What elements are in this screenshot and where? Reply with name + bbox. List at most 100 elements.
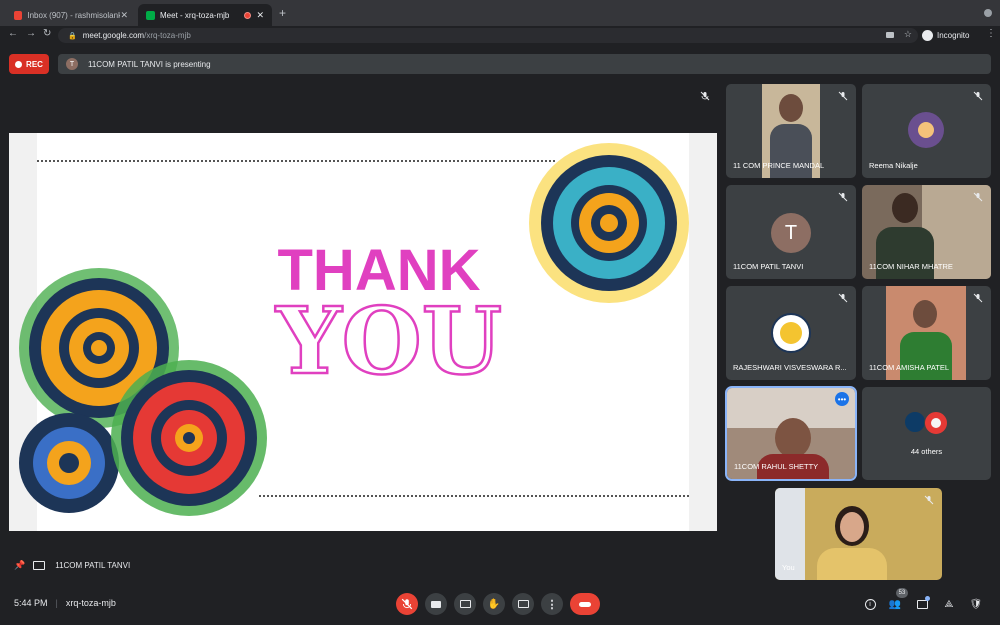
tab-gmail[interactable]: Inbox (907) - rashmisolanki@ ✕ — [6, 4, 136, 26]
gmail-icon — [14, 10, 23, 20]
chat-button[interactable] — [914, 596, 930, 612]
presentation-slide: THANK YOU — [9, 133, 717, 531]
avatar: T — [771, 213, 811, 253]
activities-icon: ⟁ — [944, 598, 954, 610]
avatar — [904, 411, 926, 433]
menu-icon[interactable]: ⋮ — [986, 28, 996, 39]
pin-icon[interactable]: 📌 — [14, 560, 25, 571]
mic-toggle-button[interactable] — [396, 593, 418, 615]
new-tab-icon[interactable]: + — [279, 6, 286, 20]
address-bar: ← → ↻ 🔒 meet.google.com /xrq-toza-mjb ☆ … — [0, 26, 1000, 44]
people-icon: 👥 — [888, 598, 902, 610]
tab-search-icon[interactable] — [984, 9, 992, 17]
mandala-top-right — [529, 143, 689, 303]
forward-icon[interactable]: → — [26, 28, 36, 39]
mic-off-icon — [401, 598, 413, 610]
host-controls-button[interactable]: 🛡 — [968, 596, 984, 612]
you-text: YOU — [275, 287, 502, 395]
present-screen-icon — [33, 561, 46, 570]
participant-name: RAJESHWARI VISVESWARA R... — [733, 363, 847, 372]
meeting-info: 5:44 PM | xrq-toza-mjb — [14, 598, 116, 608]
mic-off-icon — [838, 91, 848, 101]
participant-name: 11COM RAHUL SHETTY — [734, 462, 819, 471]
meeting-code: xrq-toza-mjb — [65, 598, 116, 608]
participant-name: 11COM PATIL TANVI — [733, 262, 804, 271]
avatar — [924, 411, 948, 435]
school-logo-avatar — [771, 313, 811, 353]
presenting-text: 11COM PATIL TANVI is presenting — [88, 59, 211, 69]
url-host: meet.google.com — [82, 31, 145, 40]
url-path: /xrq-toza-mjb — [144, 31, 191, 40]
tab-title: Inbox (907) - rashmisolanki@ — [27, 10, 121, 20]
star-icon[interactable]: ☆ — [904, 29, 912, 40]
more-options-icon[interactable]: ••• — [835, 392, 849, 406]
activities-button[interactable]: ⟁ — [941, 596, 957, 612]
participant-name: 11COM AMISHA PATEL — [869, 363, 950, 372]
close-icon[interactable]: ✕ — [120, 10, 128, 21]
url-input[interactable]: 🔒 meet.google.com /xrq-toza-mjb ☆ — [58, 28, 918, 43]
participant-count-badge: 53 — [896, 588, 908, 598]
browser-tab-bar: Inbox (907) - rashmisolanki@ ✕ Meet - xr… — [0, 0, 1000, 26]
mic-off-icon — [973, 192, 983, 202]
self-label: You — [782, 563, 795, 572]
more-vert-icon: ⋮ — [546, 598, 558, 611]
captions-icon — [459, 600, 471, 608]
present-now-button[interactable] — [512, 593, 534, 615]
tab-meet[interactable]: Meet - xrq-toza-mjb ✕ — [138, 4, 272, 26]
captions-button[interactable] — [454, 593, 476, 615]
tab-title: Meet - xrq-toza-mjb — [160, 10, 230, 20]
mandala-small-blue — [19, 413, 119, 513]
presenting-banner: T 11COM PATIL TANVI is presenting — [58, 54, 991, 74]
camera-in-use-icon[interactable] — [886, 32, 894, 38]
present-icon — [517, 600, 529, 608]
others-tile[interactable]: 44 others — [862, 387, 991, 480]
camera-icon — [431, 600, 441, 608]
incognito-badge[interactable]: Incognito — [922, 28, 969, 43]
close-icon[interactable]: ✕ — [256, 10, 264, 21]
end-call-icon — [579, 601, 591, 607]
raise-hand-button[interactable]: ✋ — [483, 593, 505, 615]
recording-indicator-icon — [244, 11, 252, 19]
mic-off-icon — [924, 495, 934, 505]
lock-icon: 🔒 — [68, 32, 77, 40]
participant-tile[interactable]: 11COM AMISHA PATEL — [862, 286, 991, 380]
participant-tile[interactable]: 11COM NIHAR MHATRE — [862, 185, 991, 279]
participant-tile[interactable]: T 11COM PATIL TANVI — [726, 185, 856, 279]
chat-unread-dot — [925, 596, 930, 601]
recording-badge: REC — [9, 54, 49, 74]
incognito-label: Incognito — [937, 31, 970, 40]
meet-icon — [146, 10, 155, 20]
reload-icon[interactable]: ↻ — [43, 28, 51, 39]
slide-graphic: THANK YOU — [9, 133, 717, 531]
self-tile[interactable]: You — [775, 488, 942, 580]
incognito-icon — [922, 30, 933, 41]
clock: 5:44 PM — [14, 598, 48, 608]
avatar — [908, 112, 944, 148]
people-button[interactable]: 👥 53 — [887, 588, 908, 612]
mic-off-icon — [973, 293, 983, 303]
camera-toggle-button[interactable] — [425, 593, 447, 615]
leave-call-button[interactable] — [570, 593, 600, 615]
mic-off-icon — [838, 192, 848, 202]
meeting-details-button[interactable]: i — [862, 596, 878, 612]
more-options-button[interactable]: ⋮ — [541, 593, 563, 615]
others-count: 44 others — [910, 447, 943, 456]
rec-label: REC — [26, 59, 43, 69]
participant-tile[interactable]: Reema Nikalje — [862, 84, 991, 178]
participant-name: Reema Nikalje — [869, 161, 918, 170]
participant-name: 11COM NIHAR MHATRE — [869, 262, 953, 271]
participant-tile-speaking[interactable]: ••• 11COM RAHUL SHETTY — [725, 386, 857, 481]
pinned-presenter-name: 11COM PATIL TANVI — [55, 561, 131, 570]
mic-off-icon — [973, 91, 983, 101]
participant-name: 11 COM PRINCE MANDAL — [733, 161, 825, 170]
record-dot-icon — [15, 60, 23, 68]
mic-off-icon — [700, 91, 710, 101]
participant-tile[interactable]: RAJESHWARI VISVESWARA R... — [726, 286, 856, 380]
mic-off-icon — [838, 293, 848, 303]
mandala-red — [111, 360, 267, 516]
pinned-presenter: 📌 11COM PATIL TANVI — [14, 560, 130, 571]
back-icon[interactable]: ← — [8, 28, 18, 39]
participant-tile[interactable]: 11 COM PRINCE MANDAL — [726, 84, 856, 178]
presenter-avatar: T — [66, 58, 78, 70]
hand-icon: ✋ — [487, 598, 501, 610]
